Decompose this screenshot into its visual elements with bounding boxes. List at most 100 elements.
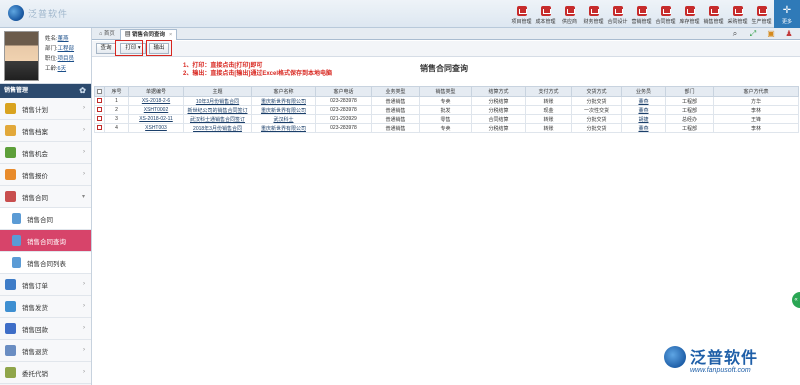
column-header[interactable]: 交货方式 [571,86,622,97]
table-cell[interactable]: 董燕 [621,105,666,115]
column-header[interactable]: 业务类型 [371,86,420,97]
select-all-checkbox[interactable] [97,88,102,94]
topnav-label: 生产管理 [751,19,772,25]
column-header[interactable]: 客户名称 [251,86,316,97]
table-cell[interactable]: XS-2018-2-6 [128,96,184,106]
user-work[interactable]: 6天 [58,66,67,72]
column-header[interactable]: 客户方代表 [713,86,799,97]
sidebar-item-1[interactable]: 销售档案 › [0,120,91,142]
topnav-item-5[interactable]: 营销管理 [630,0,653,28]
table-cell[interactable]: 重庆新世界有限公司 [251,96,316,106]
sidebar-item-11[interactable]: 销售退货 › [0,340,91,362]
column-header[interactable]: 部门 [665,86,714,97]
sidebar-item-12[interactable]: 委托代销 › [0,362,91,384]
table-cell[interactable]: 胡捷 [621,114,666,124]
module-icon [756,6,767,16]
user-name[interactable]: 董燕 [58,36,69,42]
table-cell[interactable]: 武汉科士通销售合同签订 [183,114,252,124]
table-cell: 现金 [525,105,572,115]
module-header: 销售管理 ✿ [0,84,91,98]
sidebar-item-3[interactable]: 销售报价 › [0,164,91,186]
sidebar-item-2[interactable]: 销售机会 › [0,142,91,164]
topnav-label: 销售管理 [703,19,724,25]
column-header[interactable]: 序号 [104,86,129,97]
row-checkbox[interactable] [97,98,102,104]
table-cell[interactable]: 10年3月份销售合同 [183,96,252,106]
user-info: 姓名:董燕 部门:工程部 职位:项目员 工龄:6天 [45,34,74,74]
table-cell[interactable]: 新世纪公司的销售合同签订 [183,105,252,115]
gear-icon[interactable]: ✿ [79,84,86,98]
row-checkbox-cell[interactable] [94,96,105,106]
topnav-label: 财务管理 [583,19,604,25]
topnav-item-7[interactable]: 库存管理 [678,0,701,28]
topnav-item-3[interactable]: 财务管理 [582,0,605,28]
column-header[interactable]: 销售类型 [419,86,472,97]
row-checkbox[interactable] [97,107,102,113]
table-cell[interactable]: XSHT0002 [128,105,184,115]
table-cell[interactable]: 董燕 [621,123,666,133]
column-header[interactable]: 主题 [183,86,252,97]
sidebar-item-10[interactable]: 销售回款 › [0,318,91,340]
select-all-checkbox-cell[interactable] [94,86,105,97]
user-dept[interactable]: 工程部 [58,46,75,52]
column-header[interactable]: 支付方式 [525,86,572,97]
chevron-right-icon: › [83,127,85,133]
sidebar-item-9[interactable]: 销售发货 › [0,296,91,318]
sidebar-item-8[interactable]: 销售订单 › [0,274,91,296]
table-row[interactable]: 3 XS-2018-02-11 武汉科士通销售合同签订 武汉科士 021-293929 普… [94,114,799,124]
column-header[interactable]: 客户电话 [315,86,372,97]
row-checkbox[interactable] [97,116,102,122]
table-cell[interactable]: 重庆新世界有限公司 [251,105,316,115]
lock-icon[interactable]: ▣ [766,29,776,39]
topnav-item-8[interactable]: 销售管理 [702,0,725,28]
sidebar-item-5[interactable]: 销售合同 [0,208,91,230]
row-checkbox-cell[interactable] [94,114,105,124]
column-header[interactable]: 结算方式 [471,86,526,97]
row-checkbox-cell[interactable] [94,105,105,115]
table-row[interactable]: 2 XSHT0002 新世纪公司的销售合同签订 重庆新世界有限公司 023-283978… [94,105,799,115]
sidebar-item-0[interactable]: 销售计划 › [0,98,91,120]
column-header[interactable]: 单据编号 [128,86,184,97]
side-expand-handle[interactable]: « [792,292,800,308]
user-dept-label: 部门: [45,46,58,52]
tab-tools: ⌕ ⤢ ▣ ♟ [722,29,794,39]
menu-module-icon [5,345,16,356]
topnav-more[interactable]: ✛ 更多 [774,0,800,28]
topnav-item-2[interactable]: 供应商 [558,0,581,28]
table-cell[interactable]: 武汉科士 [251,114,316,124]
table-cell[interactable]: 2018年3月份销售合同 [183,123,252,133]
tab-sales-contract-query[interactable]: ▤ 销售合同查询 × [120,29,178,40]
close-icon[interactable]: × [169,32,172,38]
search-icon[interactable]: ⌕ [730,29,740,39]
tab-home[interactable]: ⌂ 首页 [95,29,119,40]
user-switch-icon[interactable]: ♟ [784,29,794,39]
sidebar-item-4[interactable]: 销售合同 ▾ [0,186,91,208]
chevron-right-icon: › [83,347,85,353]
user-work-label: 工龄: [45,66,58,72]
sidebar-item-6[interactable]: 销售合同查询 [0,230,91,252]
sidebar-item-7[interactable]: 销售合同列表 [0,252,91,274]
topnav-item-1[interactable]: 成本管理 [534,0,557,28]
topnav-item-6[interactable]: 合同管理 [654,0,677,28]
sidebar-item-label: 销售计划 [22,106,48,114]
module-icon [540,6,551,16]
topnav-item-10[interactable]: 生产管理 [750,0,773,28]
table-cell[interactable]: XS-2018-02-11 [128,114,184,124]
user-role[interactable]: 项目员 [58,56,75,62]
query-button[interactable]: 查询 [96,43,116,54]
module-icon [660,6,671,16]
topnav-item-9[interactable]: 采购管理 [726,0,749,28]
topnav-item-4[interactable]: 合同设计 [606,0,629,28]
topnav-item-0[interactable]: 项目管理 [510,0,533,28]
table-row[interactable]: 4 XSHT003 2018年3月份销售合同 重庆新世界有限公司 023-283978 普… [94,123,799,133]
chevron-down-icon: ▾ [81,194,85,200]
sidebar: 姓名:董燕 部门:工程部 职位:项目员 工龄:6天 销售管理 ✿ 销售计划 › 销售… [0,28,92,385]
fullscreen-icon[interactable]: ⤢ [748,29,758,39]
table-cell[interactable]: 重庆新世界有限公司 [251,123,316,133]
row-checkbox[interactable] [97,125,102,131]
table-cell[interactable]: XSHT003 [128,123,184,133]
table-cell[interactable]: 董燕 [621,96,666,106]
row-checkbox-cell[interactable] [94,123,105,133]
table-row[interactable]: 1 XS-2018-2-6 10年3月份销售合同 重庆新世界有限公司 023-28397… [94,96,799,106]
column-header[interactable]: 业务员 [621,86,666,97]
